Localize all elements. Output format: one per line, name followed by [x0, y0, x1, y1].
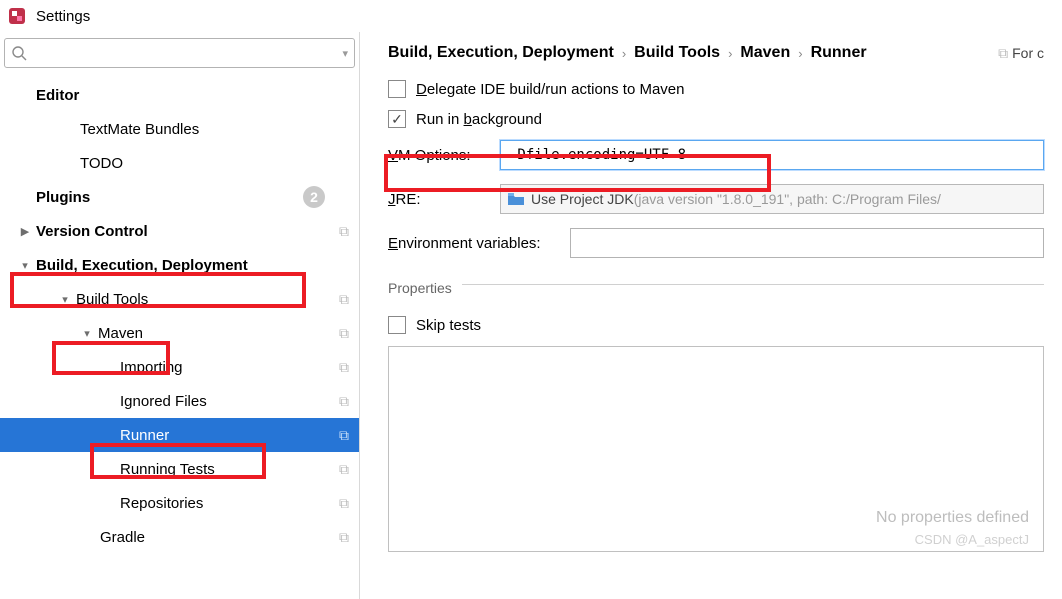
delegate-checkbox-row[interactable]: Delegate IDE build/run actions to Maven — [388, 80, 1044, 98]
skip-tests-checkbox-row[interactable]: Skip tests — [388, 316, 1044, 334]
tree-item-gradle[interactable]: Gradle⧉ — [0, 520, 359, 554]
project-scope-icon: ⧉ — [339, 427, 349, 444]
breadcrumb-item[interactable]: Maven — [740, 44, 790, 62]
jre-value: Use Project JDK — [531, 191, 634, 207]
tree-item-bed[interactable]: ▾Build, Execution, Deployment — [0, 248, 359, 282]
chevron-right-icon: ▶ — [18, 225, 32, 238]
chevron-right-icon: › — [622, 46, 626, 61]
chevron-down-icon: ▾ — [58, 293, 72, 306]
breadcrumb-item[interactable]: Build, Execution, Deployment — [388, 44, 614, 62]
plugins-badge: 2 — [303, 186, 325, 208]
scope-indicator: ⧉For c — [998, 45, 1044, 62]
tree-item-build-tools[interactable]: ▾Build Tools⧉ — [0, 282, 359, 316]
project-scope-icon: ⧉ — [339, 325, 349, 342]
chevron-down-icon[interactable]: ▾ — [342, 47, 348, 60]
folder-icon — [507, 192, 525, 206]
chevron-down-icon: ▾ — [18, 259, 32, 272]
project-scope-icon: ⧉ — [339, 529, 349, 546]
project-scope-icon: ⧉ — [339, 223, 349, 240]
properties-empty-text: No properties defined — [876, 509, 1029, 527]
breadcrumb-current: Runner — [811, 44, 867, 62]
jre-row: JRE: Use Project JDK (java version "1.8.… — [388, 184, 1044, 214]
tree-item-textmate[interactable]: TextMate Bundles — [0, 112, 359, 146]
vm-options-row: VM Options: — [388, 140, 1044, 170]
delegate-label: Delegate IDE build/run actions to Maven — [416, 81, 685, 98]
project-scope-icon: ⧉ — [339, 359, 349, 376]
tree-item-runner[interactable]: Runner⧉ — [0, 418, 359, 452]
checkbox-checked-icon[interactable]: ✓ — [388, 110, 406, 128]
jre-detail: (java version "1.8.0_191", path: C:/Prog… — [634, 191, 941, 207]
run-background-checkbox-row[interactable]: ✓ Run in background — [388, 110, 1044, 128]
project-scope-icon: ⧉ — [339, 291, 349, 308]
settings-sidebar: ▾ Editor TextMate Bundles TODO Plugins2 … — [0, 32, 360, 599]
checkbox-unchecked-icon[interactable] — [388, 80, 406, 98]
tree-item-version-control[interactable]: ▶Version Control⧉ — [0, 214, 359, 248]
breadcrumb: Build, Execution, Deployment › Build Too… — [388, 44, 1044, 62]
vm-options-label: VM Options: — [388, 147, 500, 164]
checkbox-unchecked-icon[interactable] — [388, 316, 406, 334]
settings-content: Build, Execution, Deployment › Build Too… — [360, 32, 1062, 599]
window-titlebar: Settings — [0, 0, 1062, 32]
tree-item-maven[interactable]: ▾Maven⧉ — [0, 316, 359, 350]
env-vars-row: Environment variables: — [388, 228, 1044, 258]
properties-table[interactable]: No properties defined CSDN @A_aspectJ — [388, 346, 1044, 552]
watermark: CSDN @A_aspectJ — [915, 532, 1029, 547]
jre-label: JRE: — [388, 191, 500, 208]
tree-item-todo[interactable]: TODO — [0, 146, 359, 180]
skip-tests-label: Skip tests — [416, 317, 481, 334]
tree-item-repositories[interactable]: Repositories⧉ — [0, 486, 359, 520]
jre-dropdown[interactable]: Use Project JDK (java version "1.8.0_191… — [500, 184, 1044, 214]
properties-title: Properties — [388, 280, 452, 296]
separator — [462, 284, 1044, 285]
tree-item-running-tests[interactable]: Running Tests⧉ — [0, 452, 359, 486]
project-scope-icon: ⧉ — [339, 461, 349, 478]
env-vars-input[interactable] — [570, 228, 1044, 258]
properties-header: Properties — [388, 272, 1044, 306]
tree-item-ignored-files[interactable]: Ignored Files⧉ — [0, 384, 359, 418]
chevron-down-icon: ▾ — [80, 327, 94, 340]
chevron-right-icon: › — [798, 46, 802, 61]
tree-item-importing[interactable]: Importing⧉ — [0, 350, 359, 384]
breadcrumb-item[interactable]: Build Tools — [634, 44, 720, 62]
project-scope-icon: ⧉ — [339, 495, 349, 512]
settings-tree: Editor TextMate Bundles TODO Plugins2 ▶V… — [0, 74, 359, 554]
env-vars-label: Environment variables: — [388, 235, 570, 252]
chevron-right-icon: › — [728, 46, 732, 61]
window-title: Settings — [36, 8, 90, 25]
run-background-label: Run in background — [416, 111, 542, 128]
search-icon — [11, 45, 27, 61]
search-input[interactable] — [31, 45, 342, 61]
project-scope-icon: ⧉ — [339, 393, 349, 410]
tree-item-plugins[interactable]: Plugins2 — [0, 180, 359, 214]
app-logo-icon — [8, 7, 26, 25]
tree-item-editor[interactable]: Editor — [0, 78, 359, 112]
vm-options-input[interactable] — [500, 140, 1044, 170]
search-input-wrapper[interactable]: ▾ — [4, 38, 355, 68]
